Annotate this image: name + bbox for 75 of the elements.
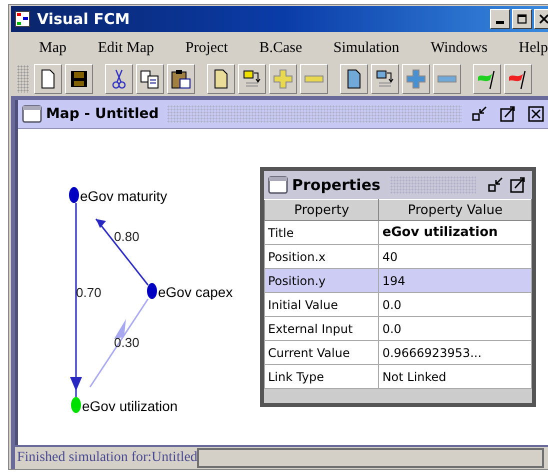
edge-weight-label: 0.80 <box>114 229 140 244</box>
minus-button[interactable] <box>300 64 328 94</box>
node-label: eGov maturity <box>80 188 168 204</box>
app-icon <box>15 11 31 27</box>
scissors-button[interactable] <box>105 64 133 94</box>
window-icon <box>268 176 288 194</box>
clipboard-button[interactable] <box>167 64 195 94</box>
edge-weight-label: 0.70 <box>76 285 102 300</box>
plus-icon <box>405 68 427 90</box>
property-value-cell: eGov utilization <box>378 220 532 244</box>
copy-documents-icon <box>139 68 161 90</box>
minus-button[interactable] <box>433 64 461 94</box>
property-row[interactable]: Link Type Not Linked <box>264 364 532 388</box>
close-icon <box>539 14 548 24</box>
property-name-cell: Initial Value <box>264 292 379 316</box>
property-name-cell: Title <box>264 220 379 244</box>
plus-button[interactable] <box>269 64 297 94</box>
minimize-button[interactable] <box>490 9 510 29</box>
plus-icon <box>272 68 294 90</box>
property-name-cell: Position.y <box>264 268 379 292</box>
property-name-cell: Link Type <box>264 364 379 388</box>
menu-item[interactable]: Map <box>39 40 66 56</box>
column-header[interactable]: Property <box>264 200 379 220</box>
menu-item[interactable]: Simulation <box>333 40 400 56</box>
property-name-cell: Current Value <box>264 340 379 364</box>
import-button[interactable] <box>238 64 266 94</box>
property-value-cell: 0.9666923953... <box>378 340 532 364</box>
copy-documents-button[interactable] <box>136 64 164 94</box>
flag-button[interactable] <box>504 64 532 94</box>
property-row[interactable]: Position.y 194 <box>264 268 532 292</box>
window-icon <box>22 105 42 123</box>
status-text: Finished simulation for:Untitled <box>17 450 198 466</box>
property-name-cell: External Input <box>264 316 379 340</box>
close-button[interactable] <box>534 9 548 29</box>
property-row[interactable]: Title eGov utilization <box>264 220 532 244</box>
clipboard-icon <box>170 68 192 90</box>
maximize-icon <box>517 14 527 24</box>
node-dot[interactable] <box>147 283 157 299</box>
plus-button[interactable] <box>402 64 430 94</box>
column-header[interactable]: Property Value <box>378 200 532 220</box>
minimize-icon <box>496 21 504 24</box>
map-window-title: Map - Untitled <box>46 106 159 122</box>
property-row[interactable]: Current Value 0.9666923953... <box>264 340 532 364</box>
edge-weight-label: 0.30 <box>114 335 140 350</box>
dotted-drag-area[interactable] <box>390 176 476 194</box>
toolbar-grip[interactable] <box>17 65 29 93</box>
document-button[interactable] <box>207 64 235 94</box>
property-row[interactable]: Initial Value 0.0 <box>264 292 532 316</box>
property-value-cell: 0.0 <box>378 316 532 340</box>
maximize-button[interactable] <box>508 175 528 195</box>
edge-arrow[interactable] <box>95 218 149 286</box>
flag-button[interactable] <box>473 64 501 94</box>
new-document-button[interactable] <box>34 64 62 94</box>
menu-item[interactable]: Help <box>518 40 548 56</box>
properties-title: Properties <box>292 176 380 194</box>
node-label: eGov capex <box>158 284 233 300</box>
menu-item[interactable]: Project <box>185 40 228 56</box>
close-button[interactable] <box>526 104 546 124</box>
menu-item[interactable]: Windows <box>430 40 488 56</box>
node-label: eGov utilization <box>82 398 178 414</box>
node-dot[interactable] <box>69 187 79 203</box>
property-row[interactable]: External Input 0.0 <box>264 316 532 340</box>
window-title: Visual FCM <box>37 10 131 28</box>
property-value-cell: 0.0 <box>378 292 532 316</box>
menu-item[interactable]: B.Case <box>259 40 302 56</box>
property-value-cell: 194 <box>378 268 532 292</box>
menu-item[interactable]: Edit Map <box>98 40 154 56</box>
import-button[interactable] <box>371 64 399 94</box>
save-disk-button[interactable] <box>65 64 93 94</box>
maximize-button[interactable] <box>498 104 518 124</box>
node-dot[interactable] <box>71 397 81 413</box>
property-value-cell: Not Linked <box>378 364 532 388</box>
dotted-drag-area[interactable] <box>166 105 462 123</box>
maximize-button[interactable] <box>512 9 532 29</box>
document-button[interactable] <box>340 64 368 94</box>
